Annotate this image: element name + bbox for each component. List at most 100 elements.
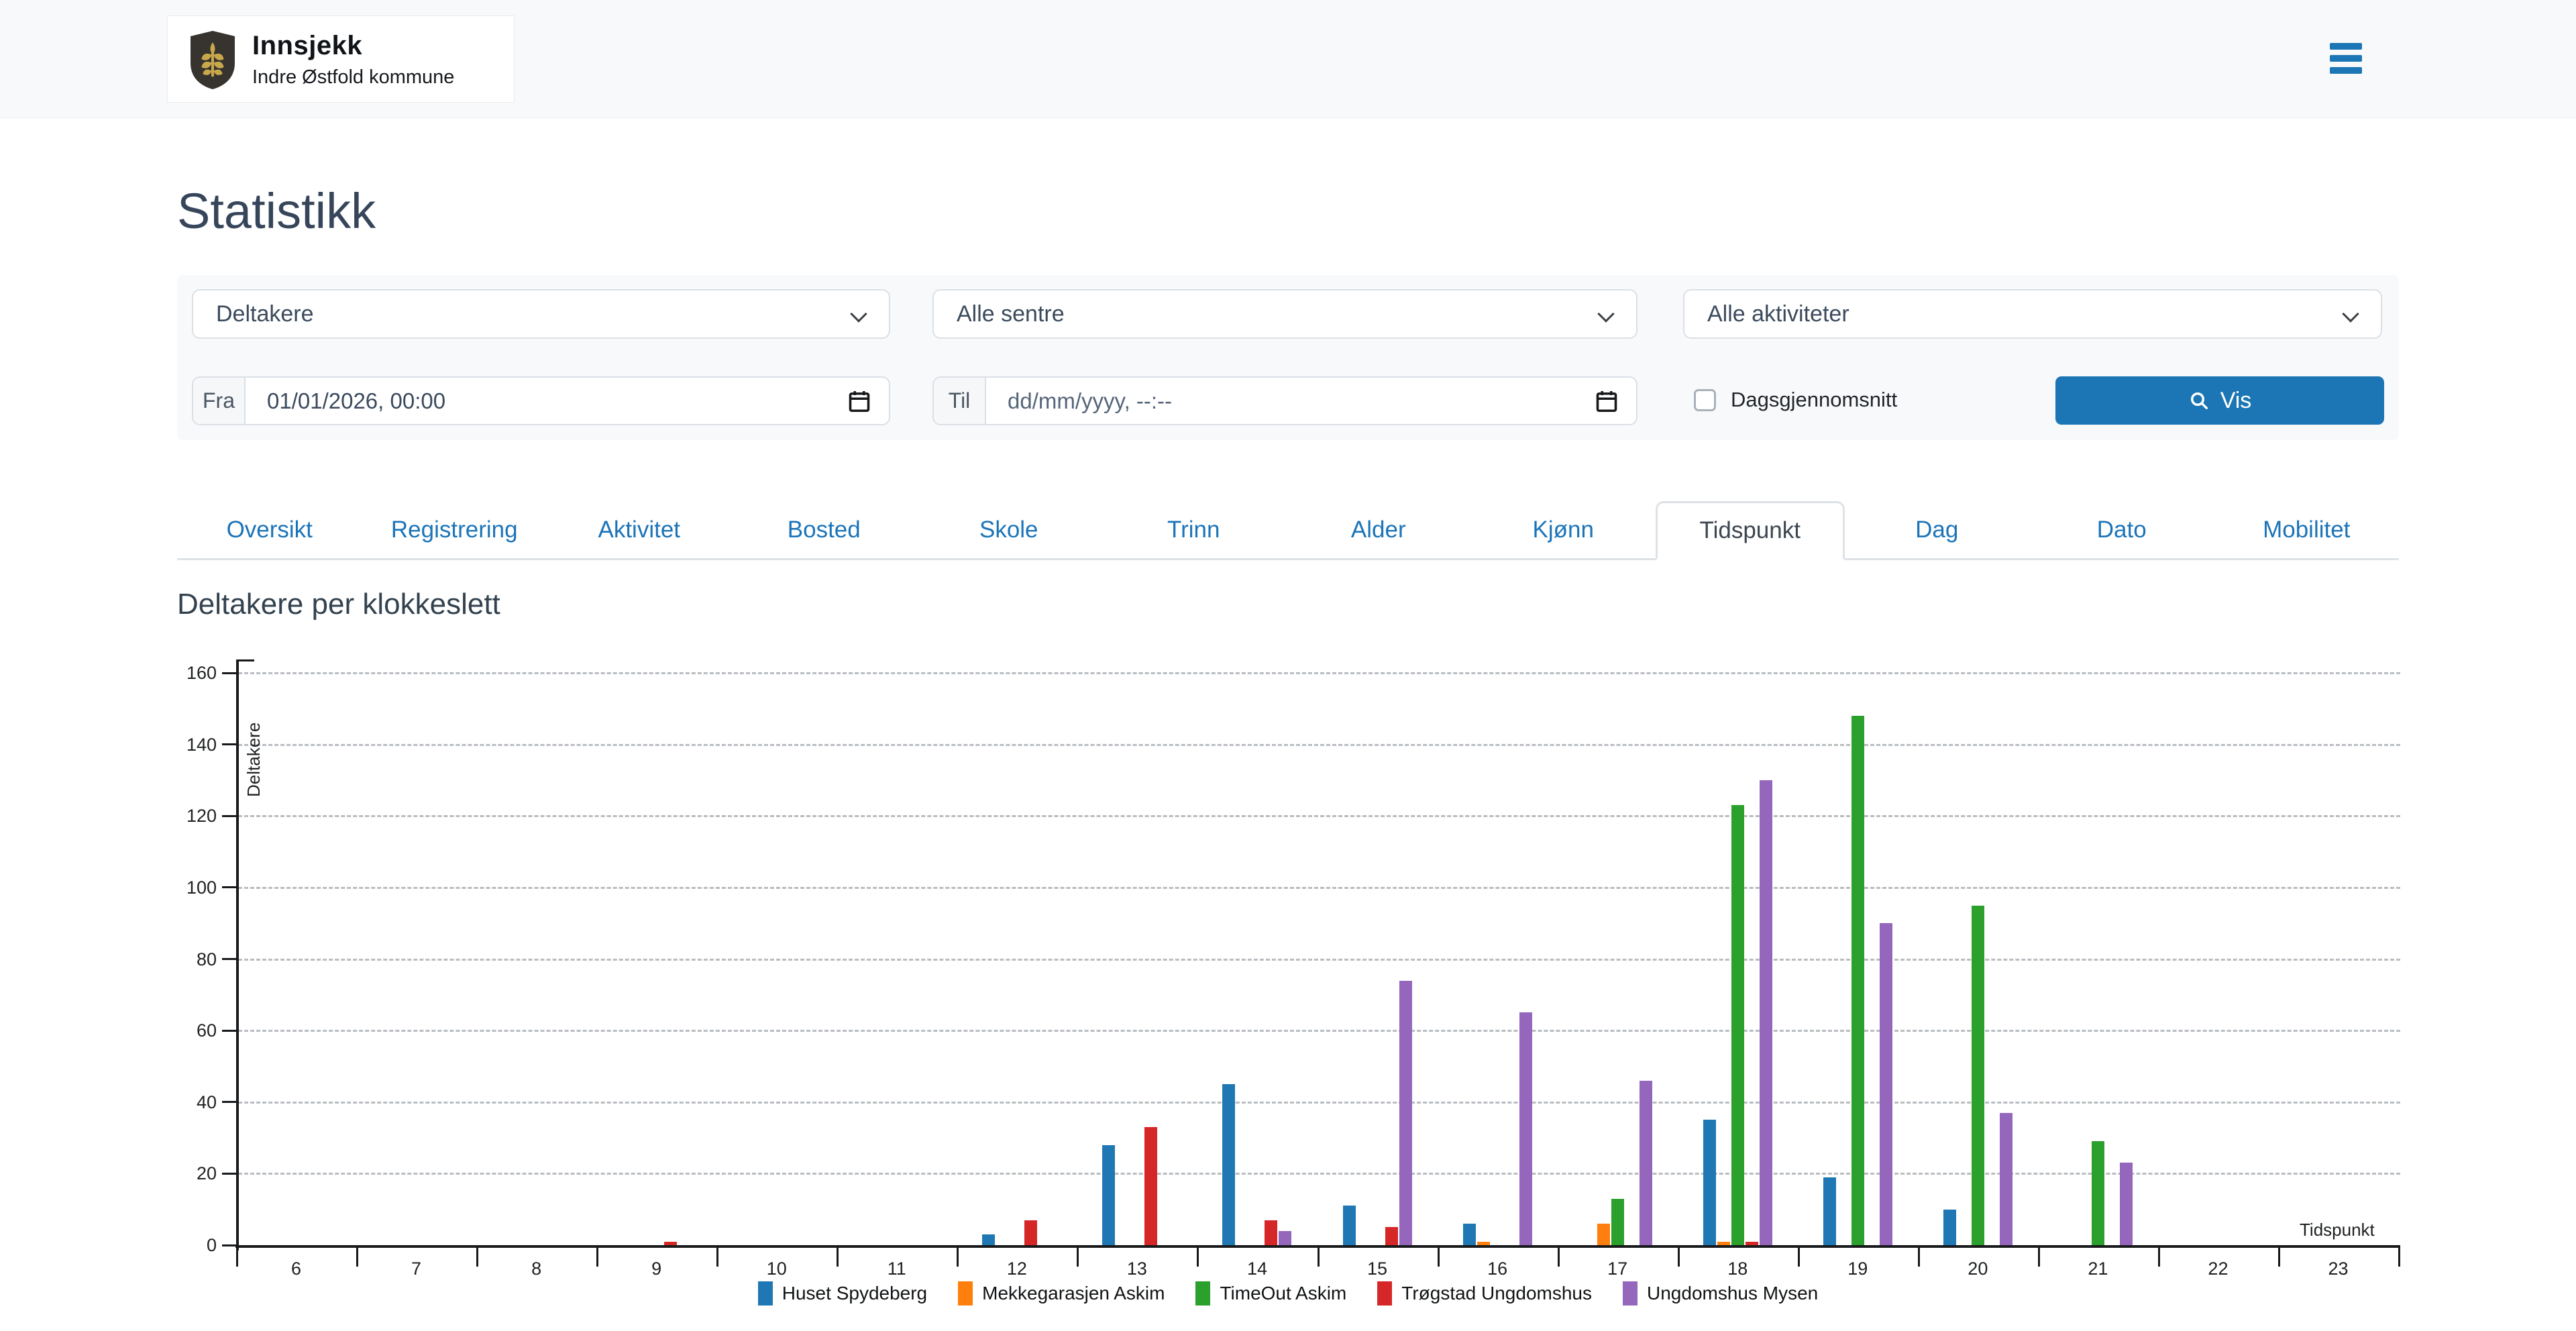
x-tick-label-8: 8	[496, 1257, 577, 1280]
x-tick-label-12: 12	[977, 1257, 1057, 1280]
bar-trøgstad-ungdomshus-13	[1144, 1127, 1157, 1245]
bar-huset-spydeberg-18	[1703, 1120, 1716, 1245]
x-tick-label-6: 6	[256, 1257, 337, 1280]
y-tick-label-140: 140	[143, 733, 217, 756]
x-tick-label-20: 20	[1937, 1257, 2018, 1280]
statistics-page: Innsjekk Indre Østfold kommune Statistik…	[0, 0, 2576, 1331]
bar-ungdomshus-mysen-18	[1760, 780, 1772, 1245]
chart-legend: Huset Spydeberg Mekkegarasjen Askim TimeOu…	[0, 1281, 2576, 1306]
bar-timeout-askim-18	[1731, 805, 1744, 1245]
bar-mekkegarasjen-askim-17	[1597, 1224, 1610, 1245]
x-tick-6	[957, 1248, 959, 1267]
x-tick-label-21: 21	[2057, 1257, 2138, 1280]
gridline-y-20	[238, 1173, 2400, 1175]
bar-ungdomshus-mysen-16	[1519, 1012, 1532, 1245]
legend-item-huset-spydeberg[interactable]: Huset Spydeberg	[758, 1281, 927, 1306]
bar-timeout-askim-19	[1851, 716, 1864, 1245]
x-tick-9	[1318, 1248, 1320, 1267]
x-tick-1	[356, 1248, 358, 1267]
y-axis-top-cap	[238, 659, 254, 661]
bar-mekkegarasjen-askim-18	[1717, 1242, 1730, 1245]
x-tick-4	[716, 1248, 718, 1267]
x-tick-label-9: 9	[616, 1257, 697, 1280]
legend-label: Huset Spydeberg	[782, 1283, 927, 1304]
gridline-y-40	[238, 1102, 2400, 1104]
y-tick-label-100: 100	[143, 876, 217, 899]
y-tick-label-80: 80	[143, 948, 217, 971]
x-tick-14	[1918, 1248, 1920, 1267]
x-tick-10	[1438, 1248, 1440, 1267]
y-tick-label-120: 120	[143, 804, 217, 827]
bar-ungdomshus-mysen-15	[1399, 981, 1412, 1245]
bar-trøgstad-ungdomshus-12	[1024, 1220, 1037, 1245]
y-axis-title: Deltakere	[244, 723, 264, 797]
x-tick-label-18: 18	[1697, 1257, 1778, 1280]
gridline-y-60	[238, 1030, 2400, 1032]
x-tick-label-13: 13	[1097, 1257, 1177, 1280]
bar-ungdomshus-mysen-19	[1880, 923, 1892, 1245]
x-tick-label-16: 16	[1457, 1257, 1538, 1280]
legend-swatch	[758, 1281, 773, 1306]
y-tick-label-160: 160	[143, 661, 217, 684]
y-axis-line	[236, 659, 239, 1250]
x-tick-17	[2278, 1248, 2280, 1267]
legend-swatch	[958, 1281, 973, 1306]
x-tick-7	[1077, 1248, 1079, 1267]
x-tick-15	[2038, 1248, 2040, 1267]
bar-ungdomshus-mysen-17	[1640, 1081, 1652, 1245]
x-tick-12	[1678, 1248, 1680, 1267]
legend-label: Mekkegarasjen Askim	[982, 1283, 1165, 1304]
x-tick-13	[1798, 1248, 1800, 1267]
bar-huset-spydeberg-14	[1222, 1084, 1235, 1245]
bar-timeout-askim-21	[2092, 1141, 2104, 1245]
bar-trøgstad-ungdomshus-15	[1385, 1227, 1398, 1245]
legend-item-timeout-askim[interactable]: TimeOut Askim	[1195, 1281, 1346, 1306]
legend-swatch	[1623, 1281, 1638, 1306]
bar-ungdomshus-mysen-20	[2000, 1113, 2012, 1245]
x-axis-title: Tidspunkt	[2300, 1220, 2375, 1240]
gridline-y-140	[238, 744, 2400, 746]
x-tick-label-10: 10	[737, 1257, 817, 1280]
gridline-y-160	[238, 672, 2400, 674]
bar-huset-spydeberg-13	[1102, 1145, 1115, 1245]
gridline-y-100	[238, 887, 2400, 889]
legend-item-ungdomshus-mysen[interactable]: Ungdomshus Mysen	[1623, 1281, 1818, 1306]
participants-per-hour-chart: 0204060801001201401606789101112131415161…	[0, 0, 2576, 1331]
x-tick-label-7: 7	[376, 1257, 457, 1280]
bar-trøgstad-ungdomshus-9	[664, 1242, 677, 1245]
x-tick-0	[236, 1248, 238, 1267]
bar-mekkegarasjen-askim-16	[1477, 1242, 1490, 1245]
bar-trøgstad-ungdomshus-14	[1265, 1220, 1277, 1245]
x-tick-label-23: 23	[2298, 1257, 2379, 1280]
x-tick-label-17: 17	[1577, 1257, 1658, 1280]
y-tick-label-0: 0	[143, 1234, 217, 1257]
legend-label: TimeOut Askim	[1220, 1283, 1346, 1304]
y-tick-label-20: 20	[143, 1162, 217, 1185]
y-tick-label-40: 40	[143, 1091, 217, 1114]
bar-huset-spydeberg-16	[1463, 1224, 1476, 1245]
legend-label: Trøgstad Ungdomshus	[1401, 1283, 1592, 1304]
bar-timeout-askim-20	[1972, 906, 1984, 1245]
x-tick-8	[1197, 1248, 1199, 1267]
legend-item-trøgstad-ungdomshus[interactable]: Trøgstad Ungdomshus	[1377, 1281, 1592, 1306]
x-tick-11	[1558, 1248, 1560, 1267]
legend-label: Ungdomshus Mysen	[1647, 1283, 1818, 1304]
x-tick-label-19: 19	[1817, 1257, 1898, 1280]
legend-swatch	[1377, 1281, 1392, 1306]
bar-timeout-askim-17	[1611, 1199, 1624, 1245]
legend-swatch	[1195, 1281, 1210, 1306]
x-tick-18	[2398, 1248, 2400, 1267]
bar-trøgstad-ungdomshus-18	[1746, 1242, 1758, 1245]
gridline-y-120	[238, 815, 2400, 817]
bar-ungdomshus-mysen-14	[1279, 1231, 1291, 1245]
x-tick-label-22: 22	[2178, 1257, 2258, 1280]
x-tick-label-14: 14	[1217, 1257, 1297, 1280]
gridline-y-80	[238, 959, 2400, 961]
x-tick-label-15: 15	[1337, 1257, 1417, 1280]
x-tick-5	[837, 1248, 839, 1267]
bar-huset-spydeberg-20	[1943, 1210, 1956, 1245]
bar-ungdomshus-mysen-21	[2120, 1163, 2133, 1245]
legend-item-mekkegarasjen-askim[interactable]: Mekkegarasjen Askim	[958, 1281, 1165, 1306]
x-tick-16	[2158, 1248, 2160, 1267]
bar-huset-spydeberg-12	[982, 1234, 995, 1245]
